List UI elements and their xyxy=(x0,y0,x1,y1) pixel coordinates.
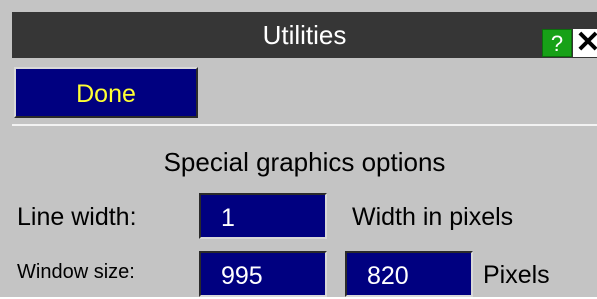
window-size-label: Window size: xyxy=(17,261,135,283)
section-title: Special graphics options xyxy=(163,147,446,177)
window-title: Utilities xyxy=(262,20,347,50)
window-height-field[interactable]: 820 xyxy=(345,251,473,297)
close-icon[interactable]: ✕ xyxy=(573,28,597,58)
line-width-label: Line width: xyxy=(17,203,137,231)
window-width-field[interactable]: 995 xyxy=(199,251,327,297)
line-width-field[interactable]: 1 xyxy=(199,193,327,239)
divider xyxy=(12,124,597,126)
line-width-unit: Width in pixels xyxy=(352,203,514,231)
utilities-dialog: Utilities ? ✕ Done Special graphics opti… xyxy=(0,0,597,297)
title-bar[interactable]: Utilities ? ✕ xyxy=(12,12,597,58)
window-size-unit: Pixels xyxy=(483,261,550,289)
done-button[interactable]: Done xyxy=(14,67,198,118)
help-button[interactable]: ? xyxy=(542,29,572,57)
